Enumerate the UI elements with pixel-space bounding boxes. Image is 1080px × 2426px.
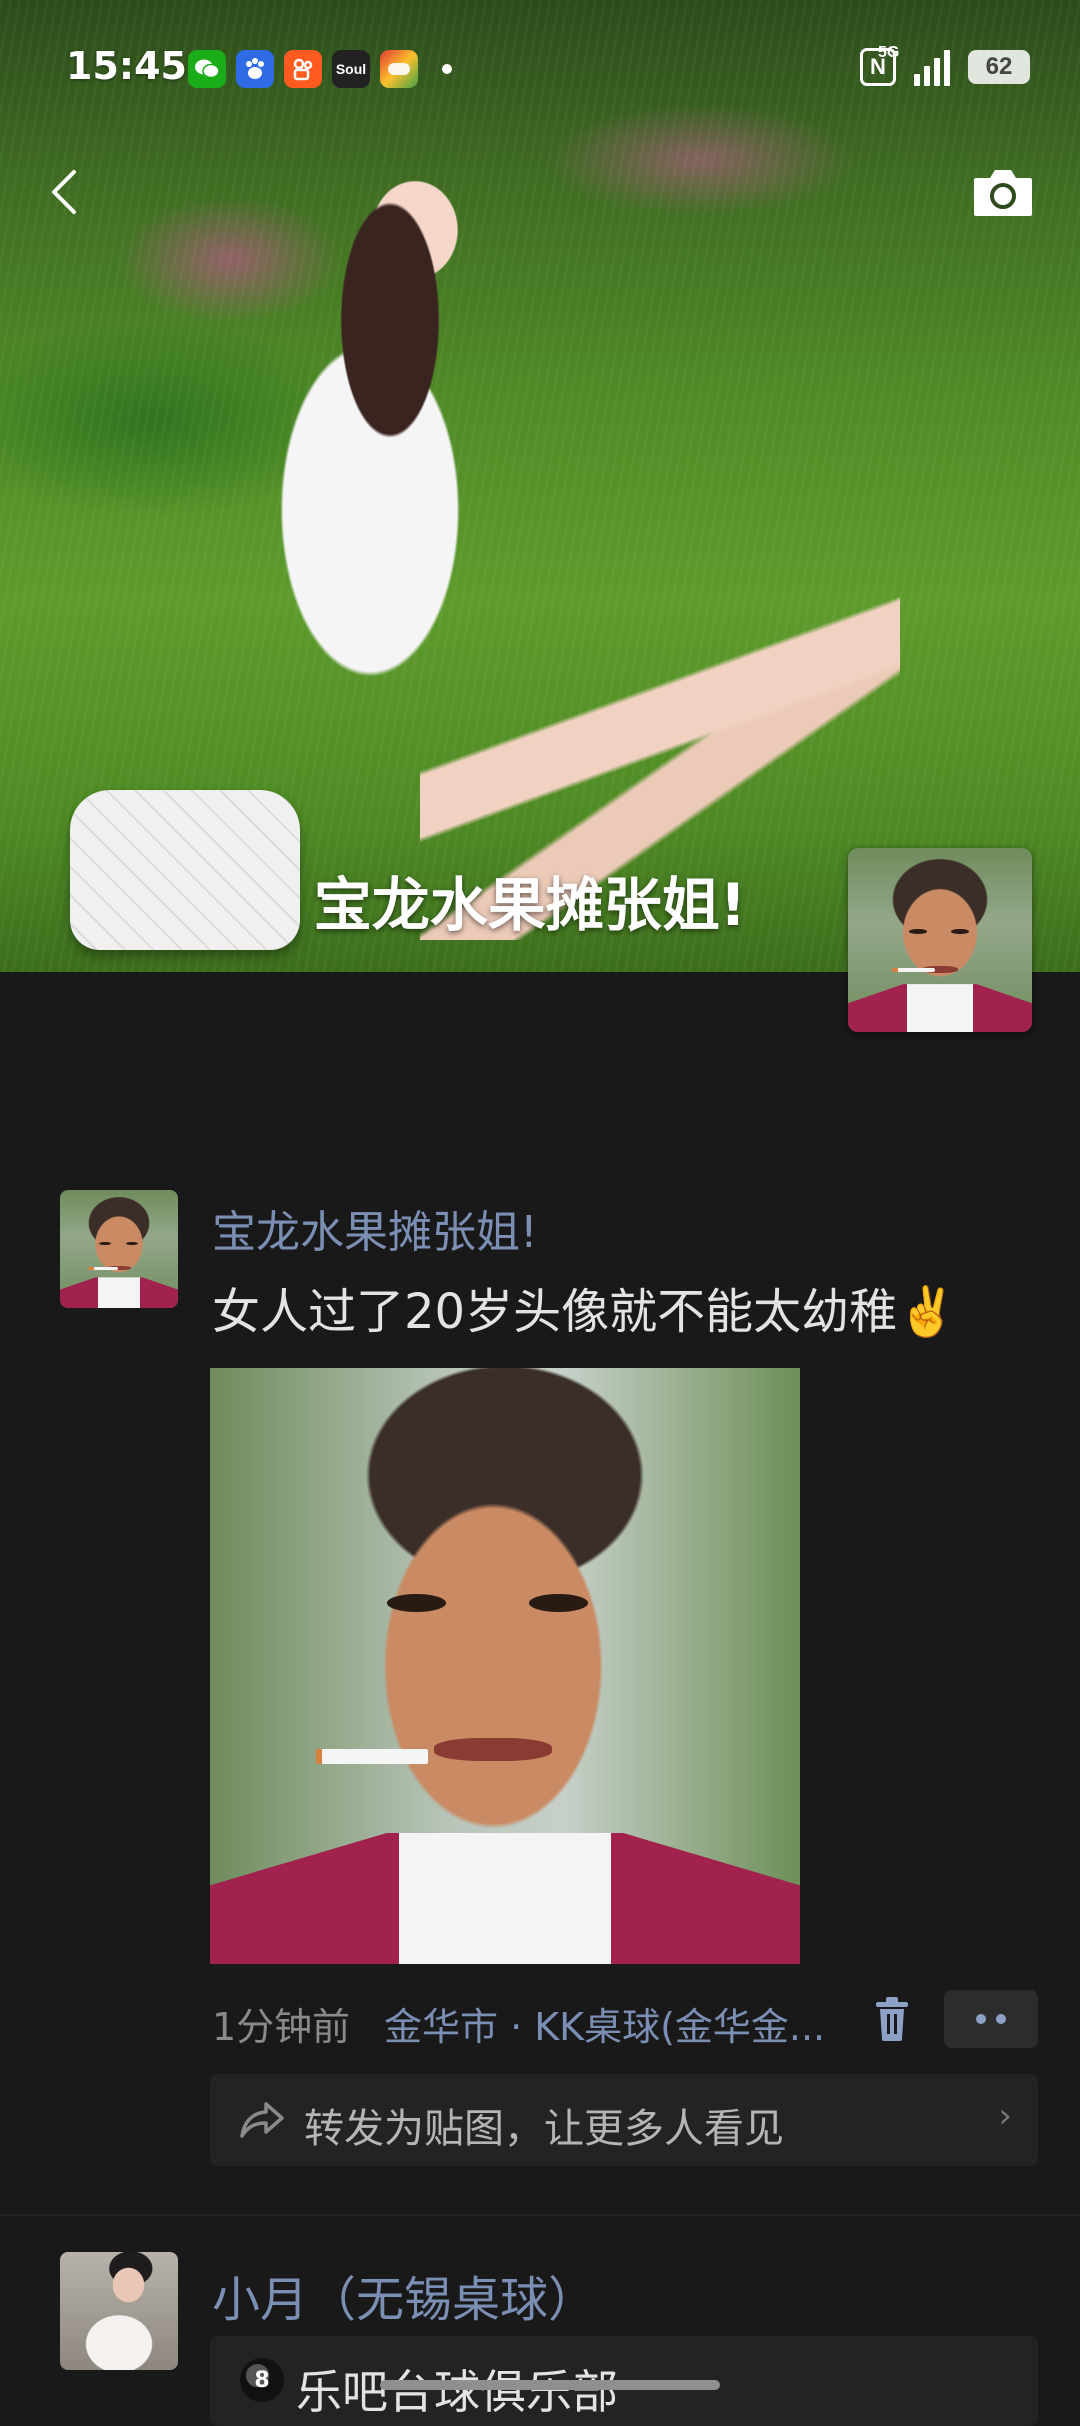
camera-icon (974, 170, 1032, 216)
avatar-image (60, 1190, 178, 1308)
profile-avatar[interactable] (848, 848, 1032, 1032)
chevron-right-icon: › (998, 2096, 1012, 2136)
post-image[interactable] (210, 1368, 800, 1964)
more-actions-button[interactable] (944, 1990, 1038, 2048)
billiard-ball-icon: 8 (240, 2358, 284, 2402)
baidu-icon (236, 50, 274, 88)
post-meta-row: 1分钟前 金华市 · KK桌球(金华金... (212, 1990, 1038, 2054)
post-time: 1分钟前 (212, 2005, 351, 2049)
back-arrow-icon (52, 170, 76, 214)
delete-icon[interactable] (872, 1996, 912, 2042)
next-post-author-avatar[interactable] (60, 2252, 178, 2370)
home-indicator[interactable] (380, 2380, 720, 2390)
post-divider (0, 2214, 1080, 2216)
share-icon (240, 2102, 284, 2138)
more-notifications-dot (442, 64, 452, 74)
game-icon (380, 50, 418, 88)
avatar-image (848, 848, 1032, 1032)
status-time: 15:45 (66, 44, 187, 88)
notification-icons: Soul (188, 50, 452, 88)
post-author-name[interactable]: 宝龙水果摊张姐! (212, 1196, 538, 1260)
dot-icon (976, 2014, 986, 2024)
back-button[interactable] (38, 162, 98, 222)
repost-as-sticker-bar[interactable]: 转发为贴图，让更多人看见 › (210, 2074, 1038, 2166)
dot-icon (996, 2014, 1006, 2024)
status-bar: 15:45 Soul N 5G 62 (0, 0, 1080, 140)
kuaishou-icon (284, 50, 322, 88)
post-location[interactable]: 金华市 · KK桌球(金华金... (384, 1996, 825, 2051)
next-post-author-name[interactable]: 小月（无锡桌球） (212, 2260, 596, 2330)
soul-icon: Soul (332, 50, 370, 88)
post-text: 女人过了20岁头像就不能太幼稚✌️ (212, 1284, 957, 1340)
post-photo (210, 1368, 800, 1964)
network-type: 5G (878, 44, 900, 61)
repost-text: 转发为贴图，让更多人看见 (304, 2106, 784, 2152)
camera-button[interactable] (970, 164, 1036, 220)
cover-person-hair (310, 140, 470, 520)
system-icons: N 5G 62 (860, 44, 1030, 86)
post-author-avatar[interactable] (60, 1190, 178, 1308)
battery-icon: 62 (968, 50, 1030, 84)
wechat-icon (188, 50, 226, 88)
signal-icon: 5G (878, 44, 950, 86)
cover-photo[interactable]: 宝龙水果摊张姐! (0, 0, 1080, 972)
